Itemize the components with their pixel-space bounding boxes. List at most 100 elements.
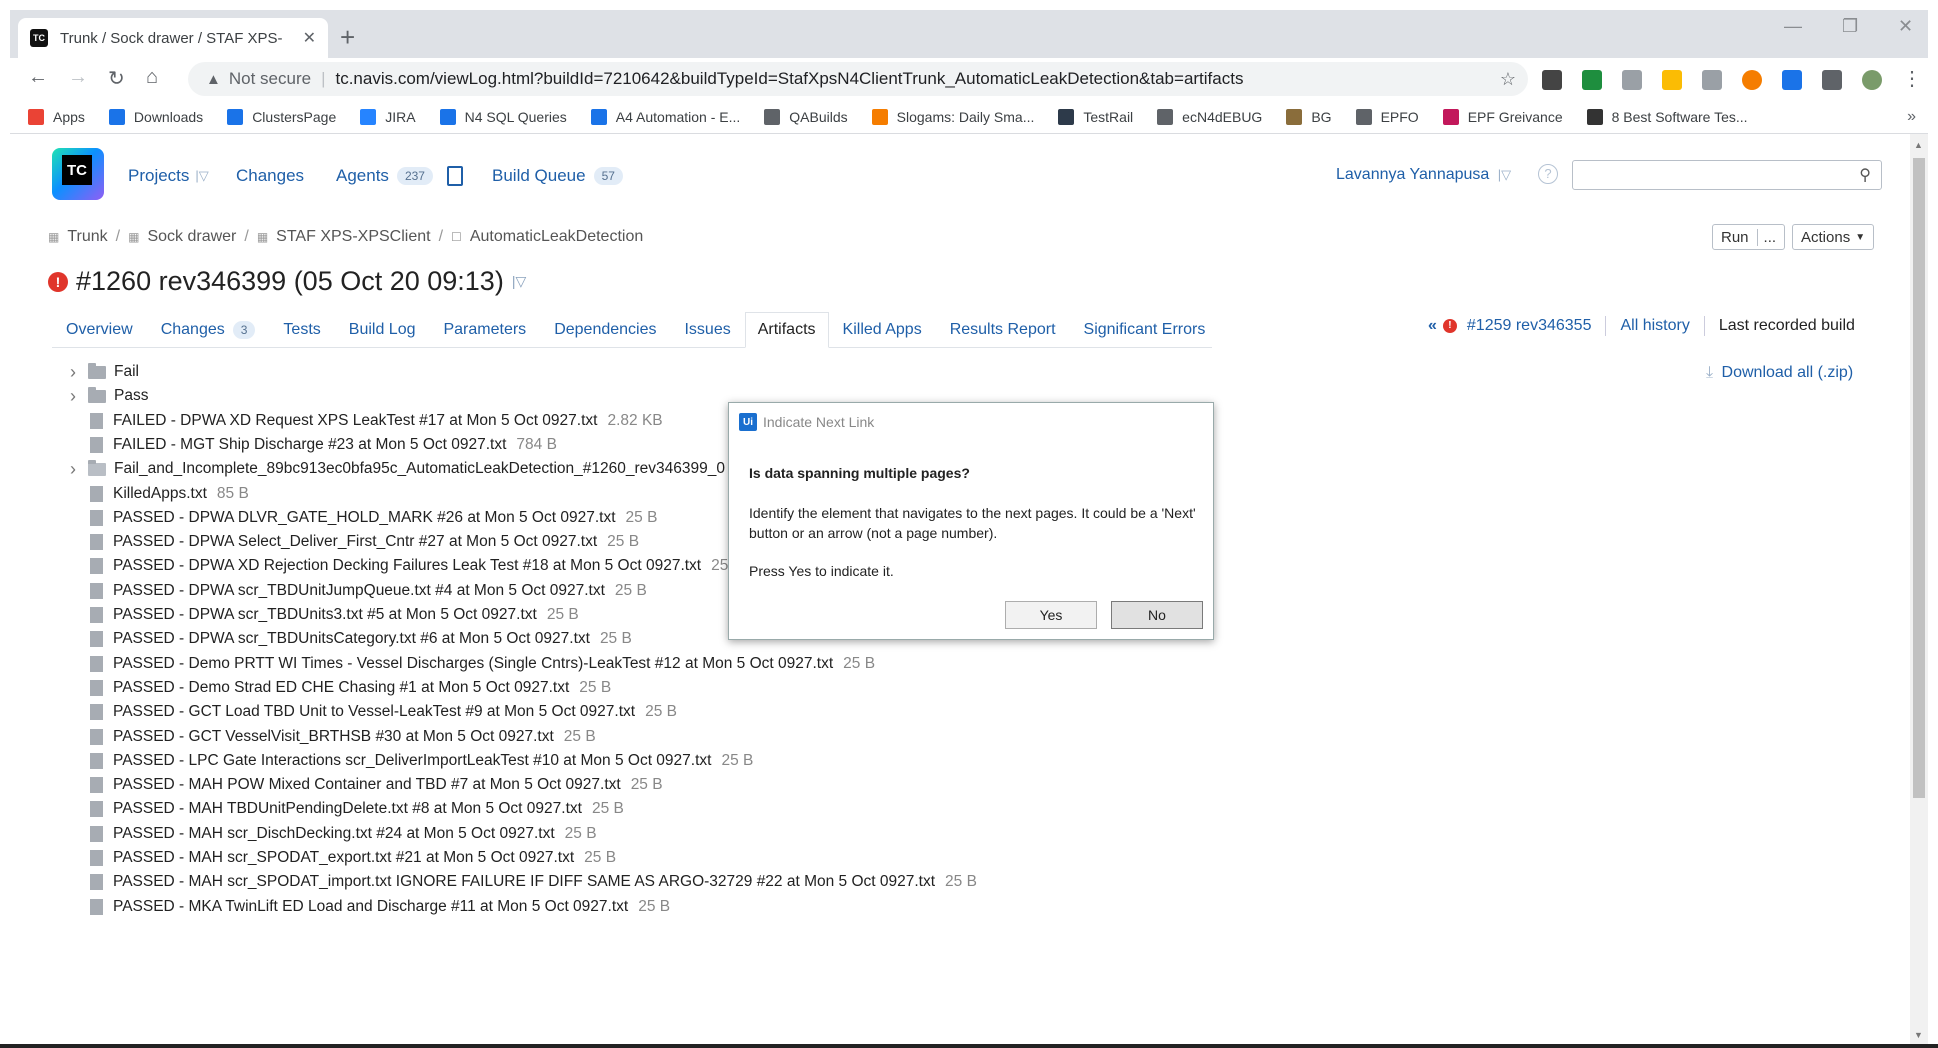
tab-issues[interactable]: Issues bbox=[670, 321, 744, 347]
scroll-up-icon[interactable]: ▲ bbox=[1914, 140, 1923, 150]
reload-icon[interactable]: ↻ bbox=[108, 66, 125, 91]
tab-artifacts[interactable]: Artifacts bbox=[744, 312, 829, 348]
uipath-extension-icon[interactable] bbox=[1782, 70, 1802, 90]
nav-agents[interactable]: Agents 237 bbox=[336, 166, 463, 186]
expand-chevron-icon[interactable]: › bbox=[70, 386, 84, 407]
user-menu[interactable]: Lavannya Yannapusa |▽ bbox=[1336, 166, 1511, 184]
artifact-name[interactable]: PASSED - MKA TwinLift ED Load and Discha… bbox=[113, 898, 628, 916]
actions-button[interactable]: Actions ▼ bbox=[1792, 224, 1875, 250]
tab-significant-errors[interactable]: Significant Errors bbox=[1070, 321, 1220, 347]
artifact-name[interactable]: PASSED - LPC Gate Interactions scr_Deliv… bbox=[113, 752, 711, 770]
tab-results-report[interactable]: Results Report bbox=[936, 321, 1070, 347]
bookmark-star-icon[interactable]: ☆ bbox=[1500, 69, 1516, 90]
copy-extension-icon[interactable] bbox=[1622, 70, 1642, 90]
artifact-file-row[interactable]: PASSED - MKA TwinLift ED Load and Discha… bbox=[70, 895, 670, 919]
artifact-file-row[interactable]: PASSED - MAH scr_SPODAT_export.txt #21 a… bbox=[70, 846, 616, 870]
bookmark-item[interactable]: 8 Best Software Tes... bbox=[1586, 108, 1748, 125]
address-bar[interactable]: ▲ Not secure | tc.navis.com/viewLog.html… bbox=[188, 62, 1528, 96]
artifact-name[interactable]: PASSED - Demo Strad ED CHE Chasing #1 at… bbox=[113, 679, 569, 697]
artifact-file-row[interactable]: PASSED - GCT VesselVisit_BRTHSB #30 at M… bbox=[70, 725, 596, 749]
artifact-name[interactable]: PASSED - MAH scr_SPODAT_import.txt IGNOR… bbox=[113, 873, 935, 891]
previous-build-icon[interactable]: « bbox=[1428, 317, 1437, 335]
artifact-name[interactable]: PASSED - GCT VesselVisit_BRTHSB #30 at M… bbox=[113, 728, 554, 746]
chevron-down-icon[interactable]: |▽ bbox=[1498, 167, 1511, 182]
artifact-file-row[interactable]: PASSED - DPWA scr_TBDUnitsCategory.txt #… bbox=[70, 627, 632, 651]
artifact-folder-row[interactable]: › Fail_and_Incomplete_89bc913ec0bfa95c_Au… bbox=[70, 457, 725, 481]
tab-changes[interactable]: Changes 3 bbox=[147, 321, 270, 347]
artifact-file-row[interactable]: PASSED - DPWA scr_TBDUnits3.txt #5 at Mo… bbox=[70, 603, 579, 627]
forward-icon[interactable]: → bbox=[68, 66, 88, 89]
teamcity-logo[interactable]: TC bbox=[52, 148, 104, 200]
artifact-name[interactable]: FAILED - MGT Ship Discharge #23 at Mon 5… bbox=[113, 436, 506, 454]
artifact-name[interactable]: FAILED - DPWA XD Request XPS LeakTest #1… bbox=[113, 412, 597, 430]
artifact-file-row[interactable]: PASSED - MAH scr_SPODAT_import.txt IGNOR… bbox=[70, 870, 977, 894]
chevron-down-icon[interactable]: |▽ bbox=[512, 273, 526, 290]
artifact-file-row[interactable]: PASSED - DPWA XD Rejection Decking Failu… bbox=[70, 554, 743, 578]
tab-tests[interactable]: Tests bbox=[269, 321, 334, 347]
bookmark-item[interactable]: Apps bbox=[28, 108, 85, 125]
artifact-name[interactable]: Fail_and_Incomplete_89bc913ec0bfa95c_Aut… bbox=[114, 460, 725, 478]
scroll-down-icon[interactable]: ▼ bbox=[1914, 1030, 1923, 1040]
breadcrumb-sock-drawer[interactable]: Sock drawer bbox=[147, 228, 236, 246]
artifact-file-row[interactable]: PASSED - DPWA Select_Deliver_First_Cntr … bbox=[70, 530, 639, 554]
tab-parameters[interactable]: Parameters bbox=[429, 321, 540, 347]
bookmark-item[interactable]: Slogams: Daily Sma... bbox=[871, 108, 1034, 125]
cloud-extension-icon[interactable] bbox=[1702, 70, 1722, 90]
run-button[interactable]: Run ... bbox=[1712, 224, 1786, 250]
artifact-file-row[interactable]: FAILED - MGT Ship Discharge #23 at Mon 5… bbox=[70, 433, 557, 457]
artifact-file-row[interactable]: PASSED - LPC Gate Interactions scr_Deliv… bbox=[70, 749, 753, 773]
artifact-file-row[interactable]: PASSED - Demo PRTT WI Times - Vessel Dis… bbox=[70, 652, 875, 676]
yes-button[interactable]: Yes bbox=[1005, 601, 1097, 629]
bookmark-item[interactable]: ClustersPage bbox=[227, 108, 336, 125]
tab-build-log[interactable]: Build Log bbox=[335, 321, 430, 347]
close-window-icon[interactable]: ✕ bbox=[1898, 16, 1913, 37]
bookmark-item[interactable]: ecN4dEBUG bbox=[1157, 108, 1262, 125]
previous-build-link[interactable]: #1259 rev346355 bbox=[1467, 317, 1592, 335]
artifact-file-row[interactable]: KilledApps.txt 85 B bbox=[70, 482, 249, 506]
bookmark-item[interactable]: Downloads bbox=[108, 108, 203, 125]
puzzle-extensions-icon[interactable] bbox=[1822, 70, 1842, 90]
artifact-name[interactable]: PASSED - GCT Load TBD Unit to Vessel-Lea… bbox=[113, 703, 635, 721]
artifact-name[interactable]: PASSED - DPWA Select_Deliver_First_Cntr … bbox=[113, 533, 597, 551]
bookmark-item[interactable]: BG bbox=[1286, 108, 1332, 125]
artifact-file-row[interactable]: FAILED - DPWA XD Request XPS LeakTest #1… bbox=[70, 409, 663, 433]
sheets-extension-icon[interactable] bbox=[1582, 70, 1602, 90]
expand-chevron-icon[interactable]: › bbox=[70, 362, 84, 383]
chevron-down-icon[interactable]: |▽ bbox=[195, 168, 208, 184]
artifact-file-row[interactable]: PASSED - GCT Load TBD Unit to Vessel-Lea… bbox=[70, 700, 677, 724]
drive-extension-icon[interactable] bbox=[1662, 70, 1682, 90]
orange-extension-icon[interactable] bbox=[1742, 70, 1762, 90]
bookmark-item[interactable]: EPF Greivance bbox=[1442, 108, 1563, 125]
home-icon[interactable]: ⌂ bbox=[146, 66, 158, 89]
no-button[interactable]: No bbox=[1111, 601, 1203, 629]
artifact-file-row[interactable]: PASSED - Demo Strad ED CHE Chasing #1 at… bbox=[70, 676, 611, 700]
page-scrollbar[interactable]: ▲ ▼ bbox=[1910, 134, 1928, 1044]
breadcrumb-build-config[interactable]: AutomaticLeakDetection bbox=[470, 228, 643, 246]
artifact-name[interactable]: PASSED - MAH TBDUnitPendingDelete.txt #8… bbox=[113, 800, 582, 818]
nav-build-queue[interactable]: Build Queue 57 bbox=[492, 166, 623, 186]
artifact-file-row[interactable]: PASSED - MAH TBDUnitPendingDelete.txt #8… bbox=[70, 797, 624, 821]
bookmark-item[interactable]: TestRail bbox=[1058, 108, 1133, 125]
artifact-name[interactable]: PASSED - DPWA scr_TBDUnits3.txt #5 at Mo… bbox=[113, 606, 537, 624]
run-options-button[interactable]: ... bbox=[1756, 228, 1776, 246]
download-all-link[interactable]: ⤓ Download all (.zip) bbox=[1706, 364, 1853, 382]
menu-kebab-icon[interactable]: ⋮ bbox=[1902, 66, 1922, 91]
artifact-file-row[interactable]: PASSED - MAH POW Mixed Container and TBD… bbox=[70, 773, 663, 797]
artifact-folder-row[interactable]: › Fail bbox=[70, 360, 139, 384]
profile-avatar[interactable] bbox=[1862, 70, 1882, 90]
artifact-name[interactable]: PASSED - Demo PRTT WI Times - Vessel Dis… bbox=[113, 655, 833, 673]
artifact-file-row[interactable]: PASSED - MAH scr_DischDecking.txt #24 at… bbox=[70, 822, 597, 846]
nav-changes[interactable]: Changes bbox=[236, 166, 304, 186]
search-icon[interactable]: ⚲ bbox=[1859, 165, 1871, 185]
bookmark-item[interactable]: A4 Automation - E... bbox=[590, 108, 740, 125]
scrollbar-thumb[interactable] bbox=[1913, 158, 1925, 798]
more-bookmarks-icon[interactable]: » bbox=[1907, 108, 1916, 126]
all-history-link[interactable]: All history bbox=[1620, 317, 1689, 335]
artifact-name[interactable]: Fail bbox=[114, 363, 139, 381]
bookmark-item[interactable]: EPFO bbox=[1355, 108, 1419, 125]
new-tab-icon[interactable]: + bbox=[340, 22, 355, 53]
artifact-name[interactable]: PASSED - MAH scr_DischDecking.txt #24 at… bbox=[113, 825, 555, 843]
minimize-icon[interactable]: — bbox=[1784, 16, 1802, 37]
restore-icon[interactable]: ❐ bbox=[1842, 16, 1858, 37]
artifact-name[interactable]: PASSED - MAH scr_SPODAT_export.txt #21 a… bbox=[113, 849, 574, 867]
